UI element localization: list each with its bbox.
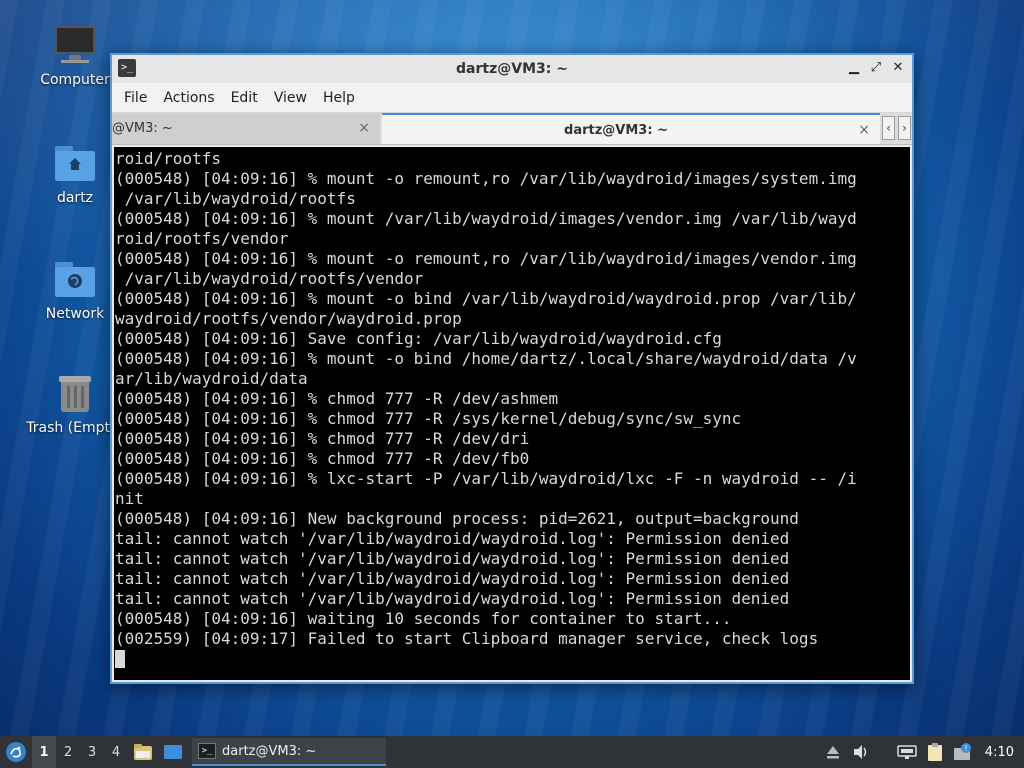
terminal-line: (002559) [04:09:17] Failed to start Clip…	[115, 629, 819, 648]
close-button[interactable]: ✕	[890, 59, 906, 77]
clipboard-icon[interactable]	[923, 740, 947, 764]
tab-2[interactable]: dartz@VM3: ~ ×	[382, 113, 880, 144]
workspace-1[interactable]: 1	[32, 736, 56, 768]
terminal-line: /var/lib/waydroid/rootfs	[115, 189, 356, 208]
volume-icon[interactable]	[849, 740, 873, 764]
taskbar-terminal-task[interactable]: >_ dartz@VM3: ~	[192, 738, 386, 766]
terminal-output[interactable]: roid/rootfs (000548) [04:09:16] % mount -…	[114, 147, 910, 680]
menu-bar: File Actions Edit View Help	[112, 83, 912, 113]
terminal-line: tail: cannot watch '/var/lib/waydroid/wa…	[115, 529, 790, 548]
menu-file[interactable]: File	[116, 90, 155, 106]
home-folder-icon	[53, 142, 97, 186]
terminal-line: (000548) [04:09:16] % chmod 777 -R /dev/…	[115, 429, 530, 448]
terminal-line: tail: cannot watch '/var/lib/waydroid/wa…	[115, 549, 790, 568]
tab-scroll-right-icon[interactable]: ›	[898, 116, 911, 140]
terminal-line: /var/lib/waydroid/rootfs/vendor	[115, 269, 424, 288]
terminal-line: (000548) [04:09:16] % chmod 777 -R /sys/…	[115, 409, 742, 428]
terminal-line: roid/rootfs/vendor	[115, 229, 289, 248]
taskbar: 1 2 3 4 >_ dartz@VM3: ~ ! 4:10	[0, 736, 1024, 768]
tab-label: @VM3: ~	[112, 121, 173, 136]
tab-1[interactable]: @VM3: ~ ×	[112, 113, 380, 144]
tab-close-icon[interactable]: ×	[858, 115, 870, 146]
system-tray: ! 4:10	[821, 740, 1024, 764]
terminal-line: roid/rootfs	[115, 149, 221, 168]
maximize-button[interactable]: ⤢	[868, 59, 884, 77]
terminal-line: (000548) [04:09:16] % mount -o remount,r…	[115, 249, 857, 268]
network-status-icon[interactable]	[895, 740, 919, 764]
terminal-line: (000548) [04:09:16] % mount -o bind /hom…	[115, 349, 857, 368]
terminal-line: (000548) [04:09:16] % mount -o bind /var…	[115, 289, 857, 308]
terminal-line: tail: cannot watch '/var/lib/waydroid/wa…	[115, 569, 790, 588]
window-titlebar[interactable]: >_ dartz@VM3: ~ ▁ ⤢ ✕	[112, 55, 912, 83]
terminal-window: >_ dartz@VM3: ~ ▁ ⤢ ✕ File Actions Edit …	[110, 53, 914, 684]
terminal-line: (000548) [04:09:16] New background proce…	[115, 509, 799, 528]
workspace-4[interactable]: 4	[104, 736, 128, 768]
terminal-cursor	[115, 650, 125, 668]
show-desktop-icon[interactable]	[158, 736, 188, 768]
svg-text:!: !	[964, 744, 967, 753]
terminal-line: ar/lib/waydroid/data	[115, 369, 308, 388]
terminal-line: (000548) [04:09:16] % mount /var/lib/way…	[115, 209, 857, 228]
tab-bar: @VM3: ~ × dartz@VM3: ~ × ‹ ›	[112, 113, 912, 145]
window-title: dartz@VM3: ~	[456, 61, 568, 77]
terminal-line: (000548) [04:09:16] % chmod 777 -R /dev/…	[115, 389, 559, 408]
terminal-line: tail: cannot watch '/var/lib/waydroid/wa…	[115, 589, 790, 608]
app-menu-icon[interactable]	[0, 736, 32, 768]
task-label: dartz@VM3: ~	[222, 743, 317, 759]
file-manager-icon[interactable]	[128, 736, 158, 768]
workspace-3[interactable]: 3	[80, 736, 104, 768]
terminal-line: waydroid/rootfs/vendor/waydroid.prop	[115, 309, 462, 328]
terminal-line: nit	[115, 489, 144, 508]
computer-icon	[53, 24, 97, 68]
network-folder-icon	[53, 258, 97, 302]
minimize-button[interactable]: ▁	[846, 59, 862, 77]
terminal-line: (000548) [04:09:16] waiting 10 seconds f…	[115, 609, 732, 628]
menu-edit[interactable]: Edit	[223, 90, 266, 106]
workspace-2[interactable]: 2	[56, 736, 80, 768]
menu-view[interactable]: View	[266, 90, 315, 106]
menu-help[interactable]: Help	[315, 90, 363, 106]
menu-actions[interactable]: Actions	[155, 90, 222, 106]
terminal-line: (000548) [04:09:16] % mount -o remount,r…	[115, 169, 857, 188]
trash-icon	[53, 372, 97, 416]
clock[interactable]: 4:10	[979, 745, 1020, 760]
tab-scroll-left-icon[interactable]: ‹	[882, 116, 895, 140]
terminal-line: (000548) [04:09:16] % chmod 777 -R /dev/…	[115, 449, 530, 468]
tab-label: dartz@VM3: ~	[564, 123, 668, 138]
terminal-app-icon[interactable]: >_	[118, 59, 136, 77]
terminal-line: (000548) [04:09:16] % lxc-start -P /var/…	[115, 469, 857, 488]
terminal-line: (000548) [04:09:16] Save config: /var/li…	[115, 329, 722, 348]
notification-icon[interactable]: !	[951, 740, 975, 764]
terminal-icon: >_	[198, 743, 216, 759]
tab-close-icon[interactable]: ×	[358, 113, 370, 144]
eject-icon[interactable]	[821, 740, 845, 764]
